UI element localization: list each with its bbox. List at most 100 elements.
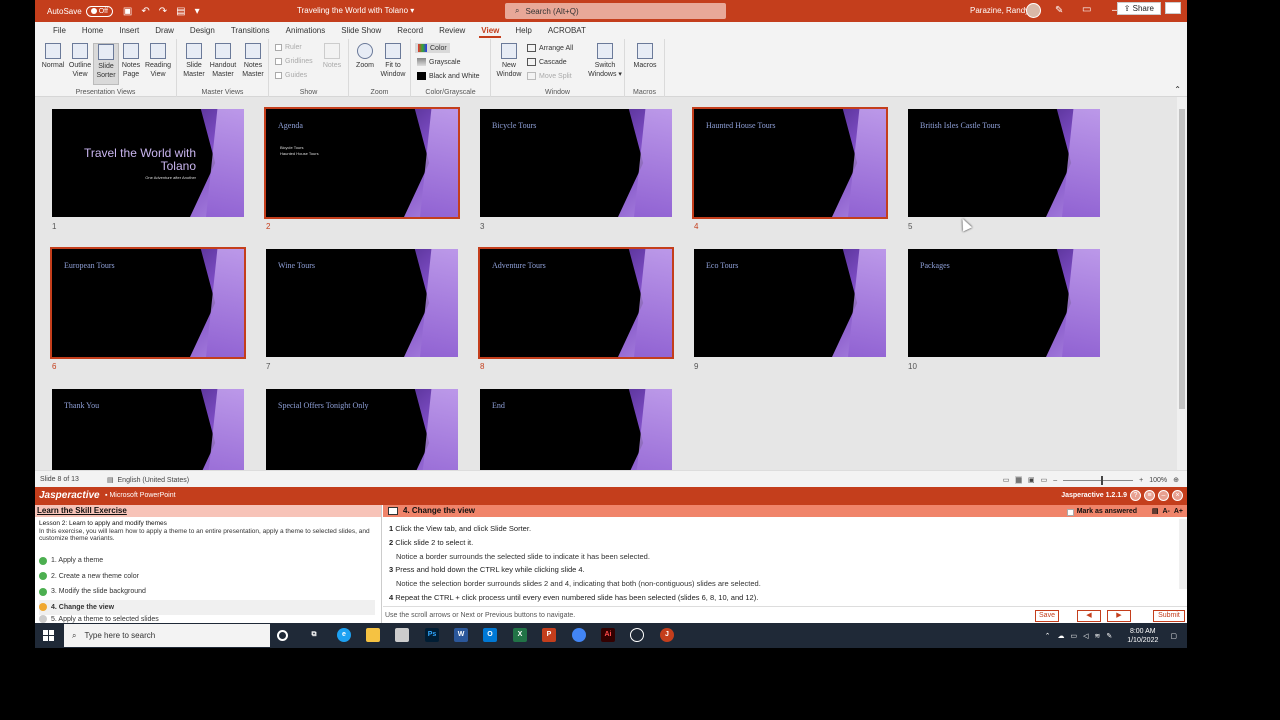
- language[interactable]: ▤ English (United States): [107, 476, 189, 484]
- gridlines-checkbox[interactable]: Gridlines: [275, 58, 313, 65]
- slideshow-icon[interactable]: ▭: [1041, 476, 1048, 484]
- clock-app-icon[interactable]: [630, 628, 644, 642]
- outlook-icon[interactable]: O: [483, 628, 497, 642]
- slide-sorter-button[interactable]: Slide Sorter: [93, 43, 119, 85]
- tab-slide-show[interactable]: Slide Show: [333, 22, 389, 39]
- new-window-button[interactable]: New Window: [495, 43, 523, 79]
- undo-icon[interactable]: ↶: [141, 6, 149, 17]
- volume-icon[interactable]: ◁: [1083, 632, 1088, 640]
- outline-view-button[interactable]: Outline View: [67, 43, 93, 79]
- settings-icon[interactable]: ≡: [1144, 490, 1155, 501]
- ribbon-display-icon[interactable]: ▭: [1082, 4, 1091, 15]
- slide-thumbnail[interactable]: Travel the World with Tolano One Adventur…: [52, 109, 244, 217]
- slide-thumbnail[interactable]: Wine Tours: [266, 249, 458, 357]
- tab-review[interactable]: Review: [431, 22, 473, 39]
- fit-to-window-button[interactable]: Fit to Window: [377, 43, 409, 79]
- step-item[interactable]: 2. Create a new theme color: [39, 569, 375, 585]
- zoom-out-icon[interactable]: –: [1053, 477, 1057, 484]
- move-split-button[interactable]: Move Split: [527, 72, 572, 80]
- notifications-icon[interactable]: ▢: [1170, 632, 1177, 640]
- tab-transitions[interactable]: Transitions: [223, 22, 278, 39]
- save-button[interactable]: Save: [1035, 610, 1059, 622]
- edge-icon[interactable]: e: [337, 628, 351, 642]
- slide-thumbnail[interactable]: European Tours: [50, 247, 246, 359]
- tab-help[interactable]: Help: [507, 22, 539, 39]
- tab-record[interactable]: Record: [389, 22, 431, 39]
- font-decrease-icon[interactable]: A-: [1162, 506, 1169, 518]
- fit-slide-icon[interactable]: ⊕: [1173, 476, 1179, 484]
- pen-icon[interactable]: ✎: [1106, 632, 1112, 640]
- tab-insert[interactable]: Insert: [111, 22, 147, 39]
- black-and-white-button[interactable]: Black and White: [417, 72, 480, 80]
- normal-view-button[interactable]: Normal: [39, 43, 67, 70]
- slide-thumbnail[interactable]: Bicycle Tours: [480, 109, 672, 217]
- font-increase-icon[interactable]: A+: [1174, 506, 1183, 518]
- slide-thumbnail[interactable]: End: [480, 389, 672, 470]
- taskbar-search[interactable]: ⌕ Type here to search: [64, 624, 270, 647]
- step-item[interactable]: 5. Apply a theme to selected slides: [39, 615, 375, 623]
- store-icon[interactable]: [395, 628, 409, 642]
- submit-button[interactable]: Submit: [1153, 610, 1185, 622]
- search-box[interactable]: ⌕ Search (Alt+Q): [505, 3, 726, 19]
- pen-icon[interactable]: ✎: [1055, 5, 1063, 16]
- autosave-toggle[interactable]: Off: [85, 5, 113, 17]
- windows-start-icon[interactable]: [43, 630, 54, 641]
- close-icon[interactable]: ×: [1172, 490, 1183, 501]
- minimize-icon[interactable]: –: [1158, 490, 1169, 501]
- notes-button[interactable]: Notes: [319, 43, 345, 70]
- step-item[interactable]: 4. Change the view: [39, 599, 375, 615]
- task-view-icon[interactable]: ⧉: [307, 628, 321, 642]
- slide-thumbnail[interactable]: Thank You: [52, 389, 244, 470]
- print-icon[interactable]: ▤: [1152, 506, 1159, 518]
- instruction-scrollbar[interactable]: [1179, 519, 1187, 589]
- next-button[interactable]: ▶: [1107, 610, 1131, 622]
- cortana-icon[interactable]: [277, 630, 288, 641]
- slide-master-button[interactable]: Slide Master: [181, 43, 207, 79]
- excel-icon[interactable]: X: [513, 628, 527, 642]
- slide-thumbnail[interactable]: Packages: [908, 249, 1100, 357]
- tab-acrobat[interactable]: ACROBAT: [540, 22, 594, 39]
- help-icon[interactable]: ?: [1130, 490, 1141, 501]
- zoom-in-icon[interactable]: +: [1139, 477, 1143, 484]
- tab-view[interactable]: View: [473, 22, 507, 39]
- slide-thumbnail[interactable]: Agenda Bicycle Tours Haunted House Tours: [264, 107, 460, 219]
- step-item[interactable]: 3. Modify the slide background: [39, 584, 375, 600]
- tab-draw[interactable]: Draw: [147, 22, 182, 39]
- color-button[interactable]: Color: [415, 43, 450, 53]
- switch-windows-button[interactable]: Switch Windows ▾: [587, 43, 623, 79]
- share-button[interactable]: ⇪ Share: [1116, 2, 1161, 15]
- zoom-button[interactable]: Zoom: [353, 43, 377, 70]
- tab-design[interactable]: Design: [182, 22, 223, 39]
- file-explorer-icon[interactable]: [366, 628, 380, 642]
- slide-thumbnail[interactable]: Haunted House Tours: [692, 107, 888, 219]
- comments-button[interactable]: [1165, 2, 1181, 14]
- tab-file[interactable]: File: [45, 22, 74, 39]
- macros-button[interactable]: Macros: [631, 43, 659, 70]
- customize-qat-icon[interactable]: ▾: [195, 6, 200, 17]
- slide-thumbnail[interactable]: British Isles Castle Tours: [908, 109, 1100, 217]
- arrange-all-button[interactable]: Arrange All: [527, 44, 573, 52]
- previous-button[interactable]: ◀: [1077, 610, 1101, 622]
- step-item[interactable]: 1. Apply a theme: [39, 553, 375, 569]
- slide-thumbnail[interactable]: Eco Tours: [694, 249, 886, 357]
- grayscale-button[interactable]: Grayscale: [417, 58, 461, 66]
- normal-view-icon[interactable]: ▭: [1003, 476, 1010, 484]
- mark-as-answered[interactable]: Mark as answered: [1066, 506, 1137, 518]
- redo-icon[interactable]: ↷: [159, 6, 167, 17]
- powerpoint-icon[interactable]: P: [542, 628, 556, 642]
- save-icon[interactable]: ▣: [123, 6, 132, 17]
- zoom-slider[interactable]: [1063, 475, 1134, 485]
- ruler-checkbox[interactable]: Ruler: [275, 44, 302, 51]
- guides-checkbox[interactable]: Guides: [275, 72, 307, 79]
- clock[interactable]: 8:00 AM 1/10/2022: [1127, 627, 1158, 645]
- tab-home[interactable]: Home: [74, 22, 111, 39]
- word-icon[interactable]: W: [454, 628, 468, 642]
- zoom-level[interactable]: 100%: [1149, 477, 1167, 484]
- slide-sorter-icon[interactable]: ▦: [1015, 476, 1022, 484]
- avatar[interactable]: [1026, 3, 1041, 18]
- user-name[interactable]: Parazine, Randy: [970, 6, 1029, 15]
- reading-view-button[interactable]: Reading View: [143, 43, 173, 79]
- document-title[interactable]: Traveling the World with Tolano ▾: [297, 6, 414, 15]
- reading-view-icon[interactable]: ▣: [1028, 476, 1035, 484]
- notes-master-button[interactable]: Notes Master: [239, 43, 267, 79]
